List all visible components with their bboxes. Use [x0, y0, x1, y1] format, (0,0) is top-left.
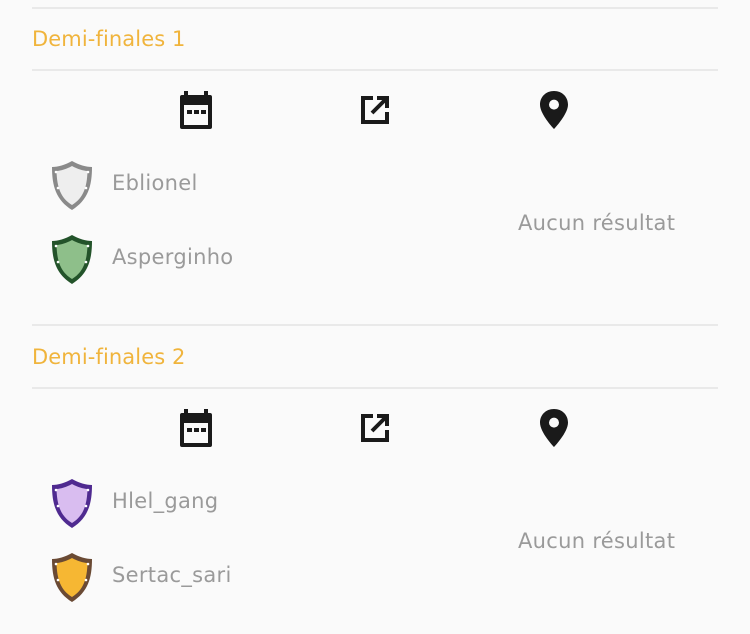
team-name: Eblionel [112, 171, 198, 195]
location-pin-icon [540, 91, 568, 129]
open-external-button[interactable] [351, 86, 399, 134]
calendar-icon [180, 409, 212, 447]
calendar-icon [180, 91, 212, 129]
team-name: Asperginho [112, 245, 234, 269]
team-row[interactable]: Sertac_sari [48, 550, 448, 606]
team-row[interactable]: Eblionel [48, 158, 448, 214]
team-name: Sertac_sari [112, 563, 232, 587]
match-result: Aucun résultat [518, 211, 676, 235]
team-row[interactable]: Hlel_gang [48, 476, 448, 532]
location-pin-icon [540, 409, 568, 447]
title-divider [32, 387, 718, 389]
open-in-new-icon [361, 414, 389, 442]
location-button[interactable] [530, 86, 578, 134]
location-button[interactable] [530, 404, 578, 452]
calendar-button[interactable] [172, 86, 220, 134]
match-result: Aucun résultat [518, 529, 676, 553]
open-in-new-icon [361, 96, 389, 124]
shield-icon [52, 161, 92, 210]
title-divider [32, 69, 718, 71]
round-title: Demi-finales 1 [32, 27, 186, 51]
match-card-2: Demi-finales 2 Hlel_gang Sertac_sari Auc… [0, 326, 750, 626]
shield-icon [52, 235, 92, 284]
shield-icon [52, 553, 92, 602]
calendar-button[interactable] [172, 404, 220, 452]
match-card-1: Demi-finales 1 Eblionel Asperginho Aucun… [0, 8, 750, 308]
round-title: Demi-finales 2 [32, 345, 186, 369]
open-external-button[interactable] [351, 404, 399, 452]
team-name: Hlel_gang [112, 489, 219, 513]
team-row[interactable]: Asperginho [48, 232, 448, 288]
shield-icon [52, 479, 92, 528]
